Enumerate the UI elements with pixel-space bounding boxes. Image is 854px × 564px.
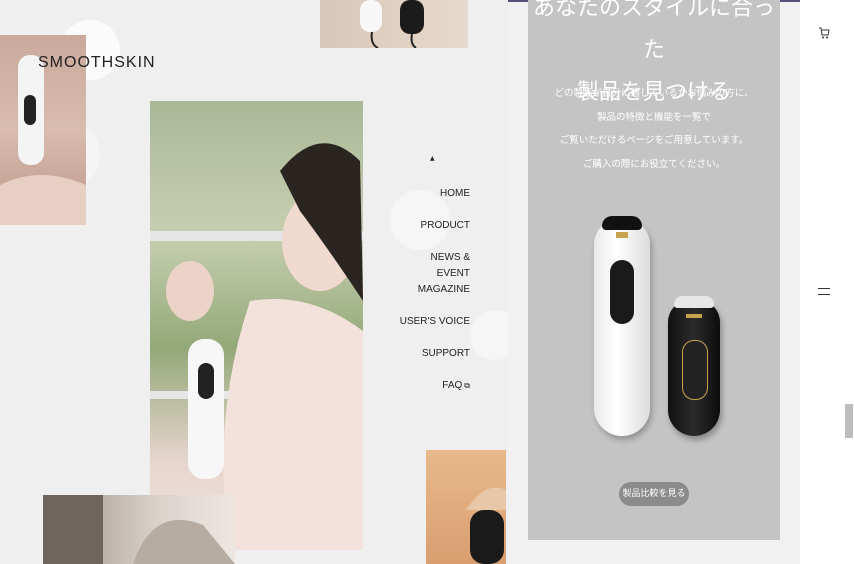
nav-item-news-event[interactable]: NEWS & EVENT: [395, 250, 475, 282]
panel-desc-line: ご覧いただけるページをご用意しています。: [559, 135, 749, 146]
nav-item-product[interactable]: PRODUCT: [395, 218, 475, 250]
panel-description: どの製品が自分に適しているかお悩みの方に、 製品の特徴と機能を一覧で ご覧いただ…: [528, 82, 780, 176]
right-sidebar: [800, 0, 854, 564]
bokeh-light: [470, 310, 508, 360]
brand-logo[interactable]: SMOOTHSKIN: [38, 54, 156, 72]
caret-up-icon[interactable]: ▲: [395, 155, 475, 162]
scrollbar-thumb[interactable]: [845, 404, 853, 438]
hamburger-menu-icon[interactable]: [818, 288, 830, 298]
nav-item-home[interactable]: HOME: [395, 186, 475, 218]
photo-man: [43, 495, 235, 564]
nav-item-faq-label: FAQ: [442, 380, 463, 391]
main-nav: ▲ HOME PRODUCT NEWS & EVENT MAGAZINE USE…: [395, 155, 475, 410]
external-link-icon: ⧉: [464, 381, 470, 390]
photo-devices-top: [320, 0, 468, 48]
nav-item-magazine[interactable]: MAGAZINE: [395, 282, 475, 314]
panel-desc-line: ご購入の際にお役立てください。: [582, 158, 726, 170]
compare-products-button[interactable]: 製品比較を見る: [619, 482, 689, 506]
cart-icon[interactable]: [818, 25, 830, 39]
panel-desc-line: どの製品が自分に適しているかお悩みの方に、: [554, 88, 754, 99]
product-finder-panel: あなたのスタイルに合った 製品を見つける どの製品が自分に適しているかお悩みの方…: [528, 0, 780, 540]
nav-item-support[interactable]: SUPPORT: [395, 346, 475, 378]
nav-item-users-voice[interactable]: USER'S VOICE: [395, 314, 475, 346]
nav-item-faq[interactable]: FAQ ⧉: [395, 378, 475, 410]
panel-desc-line: 製品の特徴と機能を一覧で: [596, 111, 711, 123]
device-white-image: [594, 216, 650, 436]
device-black-image: [668, 296, 720, 436]
hero-collage: SMOOTHSKIN ▲ HOME PRODUCT NEWS & EVENT M…: [0, 0, 508, 564]
photo-device-hand: [426, 450, 506, 564]
panel-title-line-1: あなたのスタイルに合った: [532, 0, 775, 63]
photo-woman-device: [150, 101, 363, 550]
